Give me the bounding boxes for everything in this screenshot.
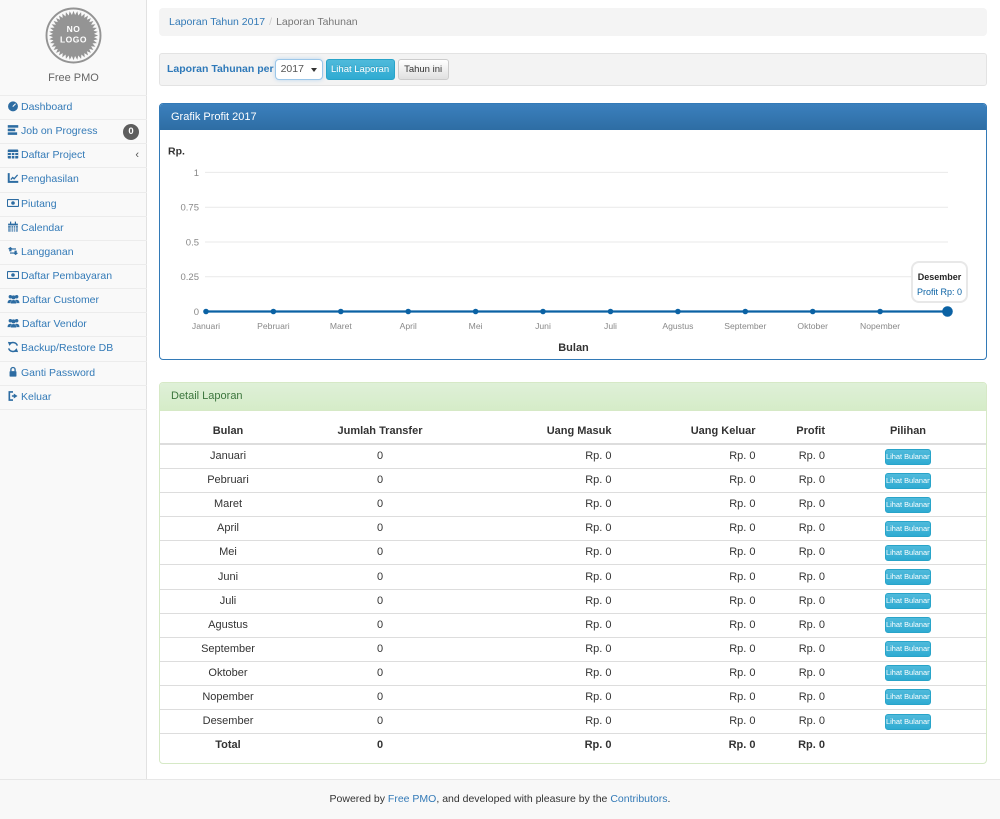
svg-text:Mei: Mei (469, 321, 483, 331)
svg-text:Rp.: Rp. (168, 146, 185, 158)
svg-text:Agustus: Agustus (662, 321, 693, 331)
svg-text:Januari: Januari (192, 321, 220, 331)
svg-text:1: 1 (194, 168, 199, 179)
svg-text:0.25: 0.25 (181, 272, 200, 283)
svg-text:Juli: Juli (604, 321, 617, 331)
svg-text:0.75: 0.75 (181, 203, 200, 214)
svg-text:Oktober: Oktober (797, 321, 828, 331)
svg-text:Maret: Maret (330, 321, 353, 331)
svg-text:LOGO: LOGO (60, 35, 87, 45)
svg-text:Juni: Juni (535, 321, 551, 331)
svg-text:September: September (724, 321, 766, 331)
svg-text:Pebruari: Pebruari (257, 321, 290, 331)
svg-text:0.5: 0.5 (186, 237, 199, 248)
svg-text:April: April (400, 321, 417, 331)
svg-text:Nopember: Nopember (860, 321, 900, 331)
svg-text:0: 0 (194, 307, 199, 318)
svg-text:Bulan: Bulan (558, 342, 589, 354)
svg-text:NO: NO (67, 24, 81, 34)
